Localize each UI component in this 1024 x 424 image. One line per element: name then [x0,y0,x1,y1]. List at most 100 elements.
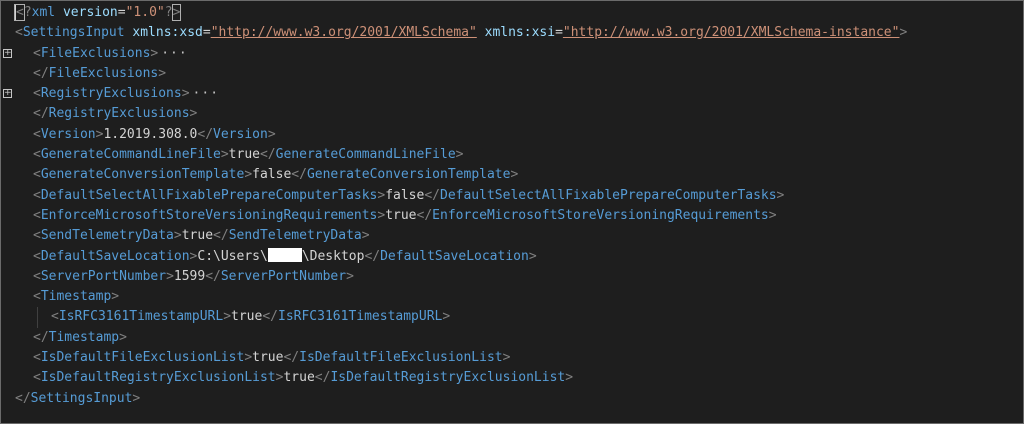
code-line-17[interactable]: </Timestamp> [15,328,1023,348]
tag-file-exclusions: FileExclusions [40,45,151,61]
bracket: </ [314,370,331,386]
bracket: </ [15,390,31,406]
bracket: </ [33,106,49,122]
bracket: > [150,45,159,61]
xml-editor[interactable]: <?xml version="1.0"?> <SettingsInput xml… [3,3,1023,409]
value-generate-commandline: true [228,147,260,163]
bracket: < [15,25,23,41]
bracket: > [111,289,120,305]
bracket: < [33,86,41,102]
tag-is-rfc: IsRFC3161TimestampURL [58,309,224,325]
bracket: </ [259,147,276,163]
value-send-telemetry: true [181,228,214,244]
code-line-18[interactable]: <IsDefaultFileExclusionList>true</IsDefa… [15,348,1023,368]
xml-decl-name: xml [31,5,56,20]
bracket: </ [33,65,49,81]
code-line-15[interactable]: <Timestamp> [15,287,1023,307]
tag-send-telemetry-close: SendTelemetryData [228,228,362,244]
xml-decl-question-end: ? [164,5,173,20]
bracket: </ [262,309,278,325]
tag-default-select-close: DefaultSelectAllFixablePrepareComputerTa… [440,187,777,203]
bracket: > [223,309,232,325]
tag-generate-conversion-close: GenerateConversionTemplate [306,167,511,183]
root-attr-xsd: xmlns:xsd [132,25,203,41]
code-line-9[interactable]: <GenerateConversionTemplate>false</Gener… [15,165,1023,185]
xml-decl-value: "1.0" [125,5,165,20]
root-attr-xsd-value[interactable]: "http://www.w3.org/2001/XMLSchema" [211,25,477,40]
bracket: </ [205,268,221,284]
code-line-13[interactable]: <DefaultSaveLocation>C:\Users\ \Desktop</… [15,247,1023,267]
expand-fold-icon[interactable]: + [3,48,12,58]
bracket: < [33,167,41,183]
tag-send-telemetry: SendTelemetryData [40,228,174,244]
bracket: > [158,65,167,81]
bracket: </ [364,248,381,264]
code-line-1[interactable]: <?xml version="1.0"?> [14,3,1023,23]
tag-file-exclusions-close: FileExclusions [48,65,159,81]
tag-enforce-store-close: EnforceMicrosoftStoreVersioningRequireme… [432,207,769,223]
code-line-16[interactable]: <IsRFC3161TimestampURL>true</IsRFC3161Ti… [15,307,1023,328]
value-version: 1.2019.308.0 [103,126,198,142]
bracket: > [181,86,190,102]
root-tag-close: SettingsInput [30,390,133,406]
tag-registry-exclusions: RegistryExclusions [40,86,182,102]
bracket: < [33,289,41,305]
folded-ellipsis-icon[interactable]: ··· [161,46,187,61]
value-is-default-file: true [252,350,284,366]
bracket: > [267,126,276,142]
bracket: </ [283,350,300,366]
bracket: < [33,370,41,386]
bracket: < [51,309,59,325]
folded-ellipsis-icon[interactable]: ··· [193,86,219,101]
bracket: </ [424,187,440,203]
root-attr-xsi: xmlns:xsi [484,25,556,41]
tag-server-port: ServerPortNumber [40,268,167,284]
bracket: </ [197,126,214,142]
code-line-3[interactable]: + <FileExclusions> ··· [3,44,1023,64]
code-line-12[interactable]: <SendTelemetryData>true</SendTelemetryDa… [15,226,1023,246]
bracket: > [346,268,354,284]
tag-version-close: Version [213,126,268,142]
tag-registry-exclusions-close: RegistryExclusions [48,106,190,122]
bracket: < [33,126,41,142]
value-generate-conversion: false [252,167,292,183]
bracket: </ [416,207,433,223]
bracket: < [33,45,41,61]
tag-default-save-close: DefaultSaveLocation [380,248,529,264]
bracket: > [119,329,127,345]
bracket: > [244,167,253,183]
tag-generate-commandline-close: GenerateCommandLineFile [275,147,456,163]
bracket: > [361,228,370,244]
expand-fold-icon[interactable]: + [3,89,12,99]
code-line-7[interactable]: <Version>1.2019.308.0</Version> [15,125,1023,145]
value-is-default-registry: true [283,370,315,386]
code-line-14[interactable]: <ServerPortNumber>1599</ServerPortNumber… [15,267,1023,287]
code-line-19[interactable]: <IsDefaultRegistryExclusionList>true</Is… [15,368,1023,388]
code-line-6[interactable]: </RegistryExclusions> [15,104,1023,124]
bracket: </ [33,329,49,345]
code-line-10[interactable]: <DefaultSelectAllFixablePrepareComputerT… [15,186,1023,206]
code-editor-window: <?xml version="1.0"?> <SettingsInput xml… [0,0,1024,424]
bracket: < [33,248,41,264]
bracket: > [899,25,908,41]
tag-is-default-registry: IsDefaultRegistryExclusionList [40,370,276,386]
code-line-20[interactable]: </SettingsInput> [15,389,1023,409]
code-line-2[interactable]: <SettingsInput xmlns:xsd="http://www.w3.… [15,23,1023,43]
code-line-4[interactable]: </FileExclusions> [15,64,1023,84]
value-save-suffix: \Desktop [301,248,365,264]
root-attr-xsi-value[interactable]: "http://www.w3.org/2001/XMLSchema-instan… [563,25,900,40]
xml-decl-attr: version [62,5,118,20]
bracket: > [768,207,777,223]
code-line-11[interactable]: <EnforceMicrosoftStoreVersioningRequirem… [15,206,1023,226]
xml-decl-open: < [14,4,25,21]
bracket: < [33,350,41,366]
tag-default-select: DefaultSelectAllFixablePrepareComputerTa… [40,187,378,203]
value-default-select: false [385,187,425,203]
code-line-5[interactable]: + <RegistryExclusions> ··· [3,84,1023,104]
bracket: > [776,187,785,203]
indent-guide [37,307,38,328]
tag-generate-conversion: GenerateConversionTemplate [40,167,245,183]
bracket: < [33,187,41,203]
bracket: > [166,268,174,284]
code-line-8[interactable]: <GenerateCommandLineFile>true</GenerateC… [15,145,1023,165]
